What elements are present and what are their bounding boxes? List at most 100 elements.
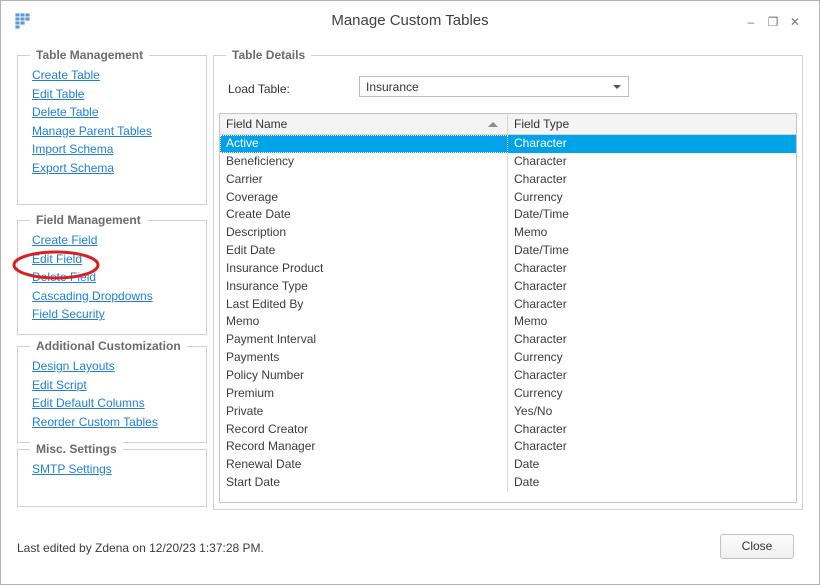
cell-field-type: Date/Time xyxy=(514,243,569,258)
cell-field-name: Insurance Product xyxy=(220,259,508,278)
cell-field-name: Last Edited By xyxy=(220,295,508,314)
misc-settings-legend: Misc. Settings xyxy=(30,442,123,456)
link-import-schema[interactable]: Import Schema xyxy=(32,140,152,159)
table-row[interactable]: Description Memo xyxy=(220,224,796,243)
cell-field-type: Character xyxy=(508,135,796,153)
cell-field-name: Edit Date xyxy=(220,242,508,260)
table-row[interactable]: Premium Currency xyxy=(220,384,796,403)
cell-field-name: Start Date xyxy=(220,474,508,492)
sort-ascending-icon xyxy=(488,122,498,127)
fields-grid-header: Field Name Field Type xyxy=(220,114,796,135)
link-smtp-settings[interactable]: SMTP Settings xyxy=(32,460,112,479)
cell-field-name: Payment Interval xyxy=(220,331,508,350)
table-row[interactable]: Record Manager Character xyxy=(220,438,796,457)
link-create-table[interactable]: Create Table xyxy=(32,66,152,85)
link-cascading-dropdowns[interactable]: Cascading Dropdowns xyxy=(32,287,153,306)
misc-settings-panel: Misc. Settings SMTP Settings xyxy=(17,442,207,507)
link-edit-table[interactable]: Edit Table xyxy=(32,85,152,104)
cell-field-name: Record Creator xyxy=(220,420,508,439)
table-row[interactable]: Coverage Currency xyxy=(220,188,796,207)
cell-field-type: Character xyxy=(514,439,567,454)
column-header-field-name-label: Field Name xyxy=(226,117,288,131)
cell-field-name: Premium xyxy=(220,384,508,403)
cell-field-type: Character xyxy=(514,367,567,382)
fields-grid: Field Name Field Type Active Character Ben… xyxy=(219,113,797,503)
table-row[interactable]: Policy Number Character xyxy=(220,366,796,385)
cell-field-type: Character xyxy=(514,296,567,311)
cell-field-name: Carrier xyxy=(220,170,508,189)
cell-field-type: Date xyxy=(514,475,540,490)
link-edit-script[interactable]: Edit Script xyxy=(32,376,158,395)
cell-field-name: Coverage xyxy=(220,188,508,207)
cell-field-type: Character xyxy=(514,278,567,293)
cell-field-name: Private xyxy=(220,402,508,421)
table-row[interactable]: Active Character xyxy=(220,135,796,153)
table-row[interactable]: Payments Currency xyxy=(220,349,796,367)
column-header-field-type[interactable]: Field Type xyxy=(508,114,796,134)
cell-field-name: Insurance Type xyxy=(220,277,508,296)
column-header-field-type-label: Field Type xyxy=(514,117,570,131)
load-table-label: Load Table: xyxy=(228,82,290,96)
cell-field-type: Memo xyxy=(514,314,548,329)
link-export-schema[interactable]: Export Schema xyxy=(32,159,152,178)
misc-settings-links: SMTP Settings xyxy=(32,460,112,479)
cell-field-name: Active xyxy=(220,135,508,153)
cell-field-name: Policy Number xyxy=(220,366,508,385)
cell-field-type: Character xyxy=(514,421,567,436)
minimize-icon[interactable]: – xyxy=(741,13,761,31)
cell-field-name: Memo xyxy=(220,313,508,332)
link-field-security[interactable]: Field Security xyxy=(32,305,153,324)
link-create-field[interactable]: Create Field xyxy=(32,231,153,250)
table-row[interactable]: Last Edited By Character xyxy=(220,295,796,314)
link-reorder-custom-tables[interactable]: Reorder Custom Tables xyxy=(32,413,158,432)
cell-field-type: Currency xyxy=(514,350,563,365)
window-title: Manage Custom Tables xyxy=(331,12,489,29)
table-row[interactable]: Renewal Date Date xyxy=(220,456,796,475)
field-management-panel: Field Management Create Field Edit Field… xyxy=(17,213,207,335)
table-row[interactable]: Insurance Type Character xyxy=(220,277,796,296)
cell-field-name: Payments xyxy=(220,349,508,367)
table-row[interactable]: Memo Memo xyxy=(220,313,796,332)
manage-custom-tables-window: Manage Custom Tables – ❐ ✕ Table Managem… xyxy=(0,0,820,585)
title-bar: Manage Custom Tables – ❐ ✕ xyxy=(1,1,819,43)
additional-customization-panel: Additional Customization Design Layouts … xyxy=(17,339,207,443)
table-row[interactable]: Start Date Date xyxy=(220,474,796,492)
cell-field-name: Create Date xyxy=(220,206,508,225)
table-row[interactable]: Carrier Character xyxy=(220,170,796,189)
status-bar-text: Last edited by Zdena on 12/20/23 1:37:28… xyxy=(17,541,264,555)
cell-field-type: Character xyxy=(514,260,567,275)
table-row[interactable]: Insurance Product Character xyxy=(220,259,796,278)
close-button[interactable]: Close xyxy=(720,534,794,559)
load-table-dropdown[interactable]: Insurance xyxy=(359,76,629,97)
link-manage-parent-tables[interactable]: Manage Parent Tables xyxy=(32,122,152,141)
cell-field-name: Record Manager xyxy=(220,438,508,457)
additional-customization-links: Design Layouts Edit Script Edit Default … xyxy=(32,357,158,431)
load-table-value: Insurance xyxy=(366,80,419,94)
table-row[interactable]: Edit Date Date/Time xyxy=(220,242,796,260)
link-delete-table[interactable]: Delete Table xyxy=(32,103,152,122)
cell-field-name: Beneficiency xyxy=(220,152,508,171)
table-row[interactable]: Private Yes/No xyxy=(220,402,796,421)
table-row[interactable]: Create Date Date/Time xyxy=(220,206,796,225)
cell-field-type: Currency xyxy=(514,189,563,204)
cell-field-type: Character xyxy=(514,332,567,347)
chevron-down-icon xyxy=(613,85,621,89)
link-edit-field[interactable]: Edit Field xyxy=(32,250,153,269)
table-management-panel: Table Management Create Table Edit Table… xyxy=(17,48,207,205)
link-delete-field[interactable]: Delete Field xyxy=(32,268,153,287)
table-row[interactable]: Record Creator Character xyxy=(220,420,796,439)
field-management-legend: Field Management xyxy=(30,213,147,227)
cell-field-name: Description xyxy=(220,224,508,243)
maximize-icon[interactable]: ❐ xyxy=(763,13,783,31)
cell-field-type: Date xyxy=(514,457,540,472)
cell-field-type: Yes/No xyxy=(514,403,553,418)
link-edit-default-columns[interactable]: Edit Default Columns xyxy=(32,394,158,413)
column-header-field-name[interactable]: Field Name xyxy=(220,114,508,134)
close-icon[interactable]: ✕ xyxy=(785,13,805,31)
table-row[interactable]: Payment Interval Character xyxy=(220,331,796,350)
cell-field-type: Character xyxy=(514,171,567,186)
link-design-layouts[interactable]: Design Layouts xyxy=(32,357,158,376)
fields-grid-body: Active Character Beneficiency Character Carr… xyxy=(220,135,796,492)
table-details-panel: Table Details Load Table: Insurance Fiel… xyxy=(213,48,803,510)
table-row[interactable]: Beneficiency Character xyxy=(220,152,796,171)
